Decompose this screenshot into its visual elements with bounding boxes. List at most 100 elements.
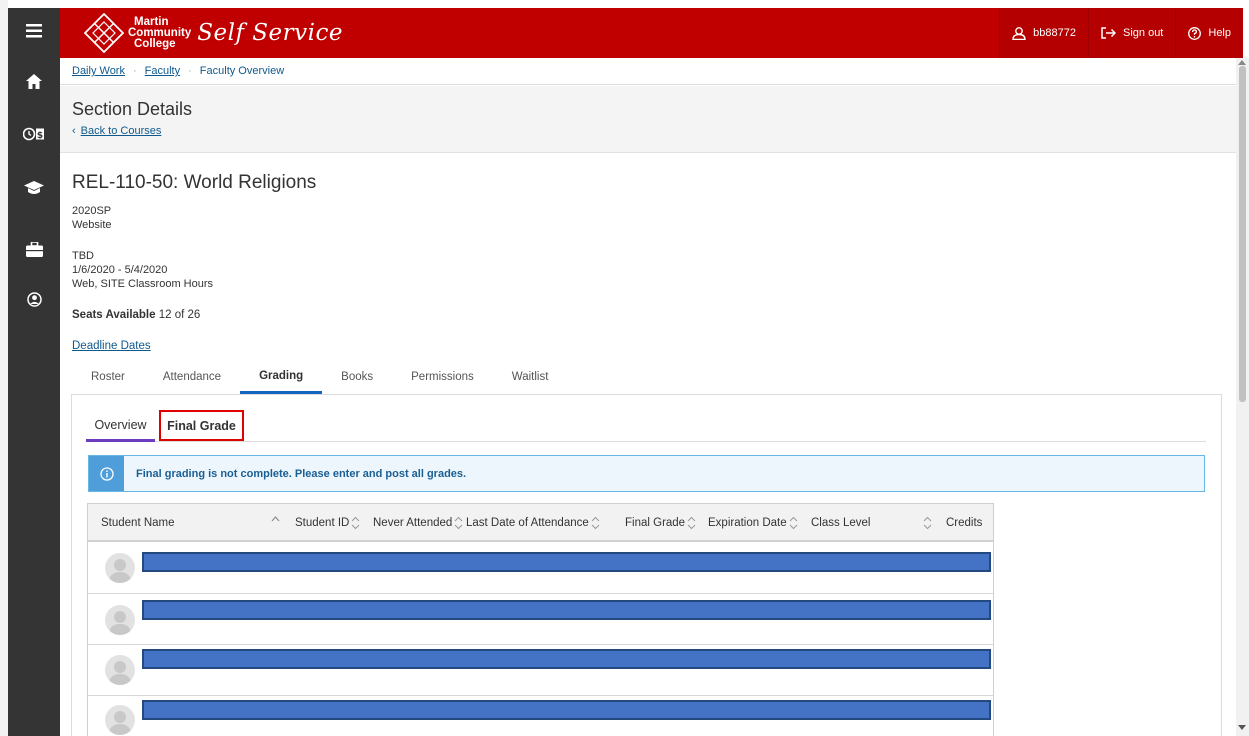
table-header: Student Name Student ID Never Attended L… <box>88 504 993 542</box>
col-final-grade[interactable]: Final Grade <box>625 504 696 542</box>
col-label: Never Attended <box>373 517 453 529</box>
subtab-overview[interactable]: Overview <box>86 410 155 442</box>
page-scrollbar[interactable] <box>1236 58 1249 736</box>
user-icon <box>1012 26 1026 40</box>
final-grade-table: Student Name Student ID Never Attended L… <box>87 503 994 736</box>
redacted-student-info <box>142 552 991 572</box>
menu-icon[interactable] <box>8 8 60 54</box>
sort-icon <box>687 516 696 530</box>
col-expiration-date[interactable]: Expiration Date <box>708 504 798 542</box>
grading-subtabs: Overview Final Grade <box>86 410 1206 442</box>
course-term: 2020SP <box>72 205 112 217</box>
table-row[interactable] <box>88 544 993 594</box>
sign-out-icon <box>1101 27 1116 39</box>
home-icon[interactable] <box>8 58 60 104</box>
info-icon <box>89 456 124 491</box>
tab-roster[interactable]: Roster <box>72 360 144 394</box>
redacted-student-info <box>142 600 991 620</box>
help-label: Help <box>1208 27 1231 39</box>
briefcase-icon[interactable] <box>8 226 60 272</box>
col-label: Student Name <box>101 517 175 529</box>
breadcrumb-faculty[interactable]: Faculty <box>145 65 180 77</box>
help-button[interactable]: Help <box>1175 8 1243 58</box>
tab-grading[interactable]: Grading <box>240 360 323 394</box>
course-time: TBD <box>72 250 94 262</box>
scroll-up-icon[interactable] <box>1238 60 1246 65</box>
finance-icon[interactable]: $ <box>8 111 60 157</box>
logo-script-text: Self Service <box>197 20 344 46</box>
col-label: Expiration Date <box>708 517 787 529</box>
col-never-attended[interactable]: Never Attended <box>373 504 463 542</box>
col-last-date-attendance[interactable]: Last Date of Attendance <box>466 504 600 542</box>
col-class-level[interactable]: Class Level <box>811 504 870 542</box>
col-label: Final Grade <box>625 517 686 529</box>
deadline-dates-link[interactable]: Deadline Dates <box>72 340 151 352</box>
user-menu-button[interactable]: bb88772 <box>999 8 1088 58</box>
sign-out-button[interactable]: Sign out <box>1088 8 1176 58</box>
back-link-label: Back to Courses <box>80 125 162 137</box>
app-header: Martin Community College Self Service bb… <box>60 8 1243 58</box>
avatar <box>105 553 135 583</box>
table-row[interactable] <box>88 595 993 645</box>
breadcrumb-separator: · <box>132 65 137 77</box>
breadcrumb-separator: · <box>188 65 192 77</box>
sort-icon <box>351 516 360 530</box>
sort-icon <box>454 516 463 530</box>
app-window: $ Martin Community College Self Service <box>0 0 1249 736</box>
scroll-thumb[interactable] <box>1239 66 1246 402</box>
col-label: Credits <box>946 517 983 529</box>
breadcrumb-faculty-overview[interactable]: Faculty Overview <box>200 65 284 77</box>
window-edge <box>0 0 8 736</box>
nav-rail: $ <box>8 8 60 736</box>
course-dates: 1/6/2020 - 5/4/2020 <box>72 264 168 276</box>
course-location: Website <box>72 219 112 231</box>
subtab-final-grade[interactable]: Final Grade <box>159 410 244 441</box>
college-logo[interactable]: Martin Community College Self Service <box>84 12 343 54</box>
col-student-name[interactable]: Student Name <box>101 504 175 542</box>
avatar <box>105 655 135 685</box>
breadcrumb-daily-work[interactable]: Daily Work <box>72 65 125 77</box>
avatar <box>105 605 135 635</box>
logo-line-3: College <box>134 37 176 50</box>
col-label: Student ID <box>295 517 350 529</box>
col-credits[interactable]: Credits <box>946 504 982 542</box>
sort-icon[interactable] <box>923 516 932 530</box>
logo-diamond-icon <box>84 13 124 53</box>
avatar <box>105 705 135 735</box>
sort-icon <box>591 516 600 530</box>
help-icon <box>1188 26 1202 40</box>
tab-waitlist[interactable]: Waitlist <box>493 360 568 394</box>
sign-out-label: Sign out <box>1123 27 1164 39</box>
header-actions: bb88772 Sign out Help <box>999 8 1243 58</box>
grading-alert: Final grading is not complete. Please en… <box>88 455 1205 492</box>
redacted-student-info <box>142 700 991 720</box>
graduation-cap-icon[interactable] <box>8 165 60 211</box>
chevron-left-icon: ‹ <box>72 125 76 137</box>
table-row[interactable] <box>88 646 993 696</box>
section-header: Section Details ‹ Back to Courses <box>60 86 1236 153</box>
table-row[interactable] <box>88 697 993 736</box>
svg-text:$: $ <box>37 131 43 141</box>
seats-available: Seats Available 12 of 26 <box>72 309 200 321</box>
tab-books[interactable]: Books <box>322 360 392 394</box>
user-circle-icon[interactable] <box>8 276 60 322</box>
section-tabs: Roster Attendance Grading Books Permissi… <box>72 360 567 394</box>
tab-permissions[interactable]: Permissions <box>392 360 493 394</box>
back-to-courses-link[interactable]: ‹ Back to Courses <box>72 125 161 137</box>
breadcrumb: Daily Work · Faculty · Faculty Overview <box>60 58 1236 85</box>
col-label: Last Date of Attendance <box>466 517 589 529</box>
logo-wordmark: Martin Community College <box>128 16 191 50</box>
user-label: bb88772 <box>1033 27 1076 39</box>
col-student-id[interactable]: Student ID <box>295 504 360 542</box>
course-title: REL-110-50: World Religions <box>72 172 317 193</box>
course-method: Web, SITE Classroom Hours <box>72 278 214 290</box>
seats-label: Seats Available <box>72 309 156 321</box>
sort-asc-icon[interactable] <box>271 515 280 523</box>
alert-message: Final grading is not complete. Please en… <box>136 467 467 480</box>
col-label: Class Level <box>811 517 871 529</box>
scroll-down-icon[interactable] <box>1238 725 1246 730</box>
seats-value: 12 of 26 <box>158 309 201 321</box>
page-title: Section Details <box>72 99 193 119</box>
tab-attendance[interactable]: Attendance <box>144 360 240 394</box>
redacted-student-info <box>142 649 991 669</box>
